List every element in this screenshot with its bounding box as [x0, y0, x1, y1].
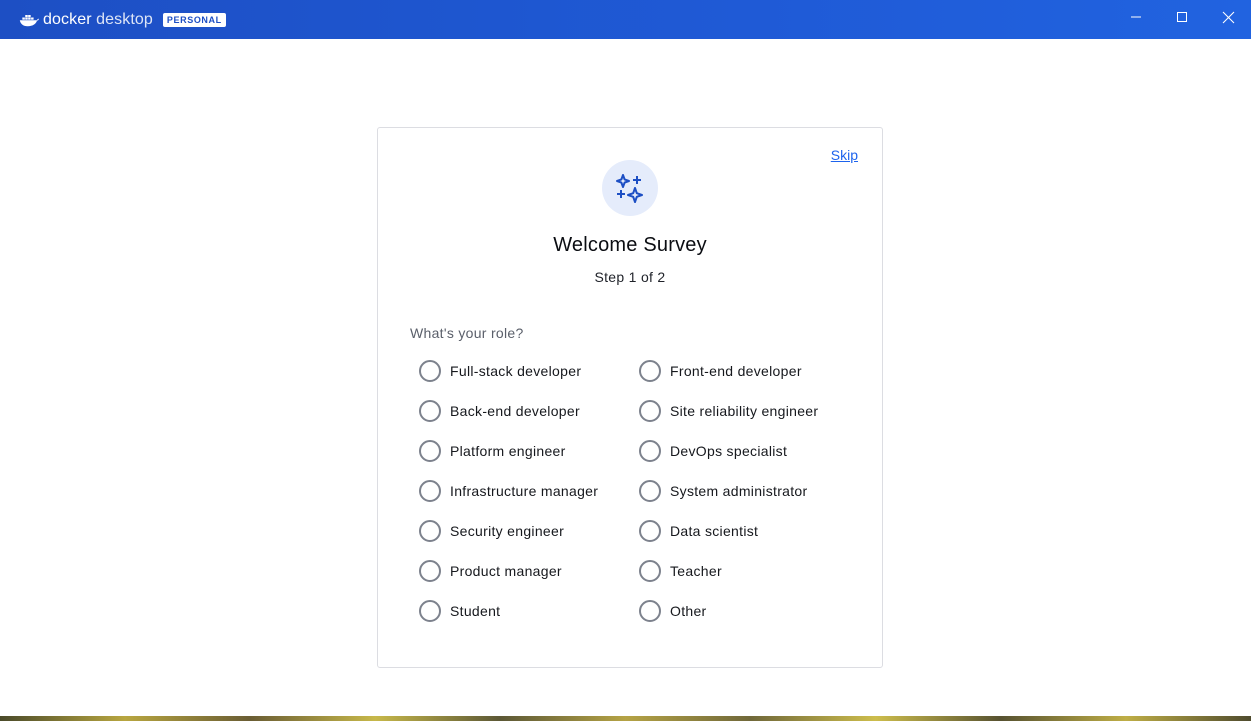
role-option[interactable]: DevOps specialist — [639, 431, 859, 471]
option-label: Teacher — [670, 563, 722, 579]
radio-button[interactable] — [639, 600, 661, 622]
step-indicator: Step 1 of 2 — [594, 269, 666, 285]
radio-button[interactable] — [419, 360, 441, 382]
maximize-button[interactable] — [1159, 0, 1205, 34]
role-option[interactable]: Teacher — [639, 551, 859, 591]
role-option[interactable]: Back-end developer — [419, 391, 639, 431]
radio-button[interactable] — [419, 600, 441, 622]
role-option[interactable]: Security engineer — [419, 511, 639, 551]
option-label: Back-end developer — [450, 403, 580, 419]
option-label: Data scientist — [670, 523, 759, 539]
close-button[interactable] — [1205, 0, 1251, 34]
option-label: Infrastructure manager — [450, 483, 599, 499]
role-option[interactable]: Infrastructure manager — [419, 471, 639, 511]
role-option[interactable]: Full-stack developer — [419, 351, 639, 391]
role-option[interactable]: Student — [419, 591, 639, 631]
option-label: Security engineer — [450, 523, 565, 539]
radio-button[interactable] — [639, 480, 661, 502]
welcome-survey-card: Skip Welcome Survey Step 1 of 2 What's y… — [377, 127, 883, 668]
maximize-icon — [1177, 12, 1187, 22]
role-option[interactable]: Platform engineer — [419, 431, 639, 471]
plan-badge: PERSONAL — [162, 12, 226, 27]
radio-button[interactable] — [419, 480, 441, 502]
app-logo: docker desktop PERSONAL — [19, 11, 226, 29]
survey-title: Welcome Survey — [553, 234, 707, 256]
title-bar: docker desktop PERSONAL — [0, 0, 1251, 39]
role-option[interactable]: Other — [639, 591, 859, 631]
option-label: Other — [670, 603, 707, 619]
desktop-wallpaper-strip — [0, 716, 1251, 721]
role-option[interactable]: Product manager — [419, 551, 639, 591]
docker-whale-icon — [19, 14, 39, 26]
minimize-icon — [1131, 16, 1141, 18]
option-label: DevOps specialist — [670, 443, 788, 459]
option-label: Product manager — [450, 563, 562, 579]
role-option[interactable]: Front-end developer — [639, 351, 859, 391]
role-option[interactable]: Site reliability engineer — [639, 391, 859, 431]
option-label: Platform engineer — [450, 443, 566, 459]
radio-button[interactable] — [419, 400, 441, 422]
option-label: System administrator — [670, 483, 808, 499]
role-options: Full-stack developer Front-end developer… — [419, 351, 859, 631]
option-label: Front-end developer — [670, 363, 802, 379]
radio-button[interactable] — [419, 440, 441, 462]
window-controls — [1113, 0, 1251, 39]
radio-button[interactable] — [639, 560, 661, 582]
app-name: docker desktop — [43, 11, 153, 29]
minimize-button[interactable] — [1113, 0, 1159, 34]
skip-link[interactable]: Skip — [831, 147, 858, 163]
role-option[interactable]: System administrator — [639, 471, 859, 511]
brand-desktop: desktop — [96, 10, 153, 28]
survey-icon-container — [602, 160, 658, 216]
option-label: Full-stack developer — [450, 363, 582, 379]
role-option[interactable]: Data scientist — [639, 511, 859, 551]
brand-docker: docker — [43, 10, 92, 28]
radio-button[interactable] — [639, 440, 661, 462]
role-question: What's your role? — [410, 325, 524, 341]
radio-button[interactable] — [639, 400, 661, 422]
option-label: Student — [450, 603, 501, 619]
close-icon — [1222, 11, 1234, 23]
radio-button[interactable] — [419, 520, 441, 542]
radio-button[interactable] — [639, 360, 661, 382]
radio-button[interactable] — [639, 520, 661, 542]
radio-button[interactable] — [419, 560, 441, 582]
option-label: Site reliability engineer — [670, 403, 819, 419]
sparkles-icon — [616, 174, 643, 203]
